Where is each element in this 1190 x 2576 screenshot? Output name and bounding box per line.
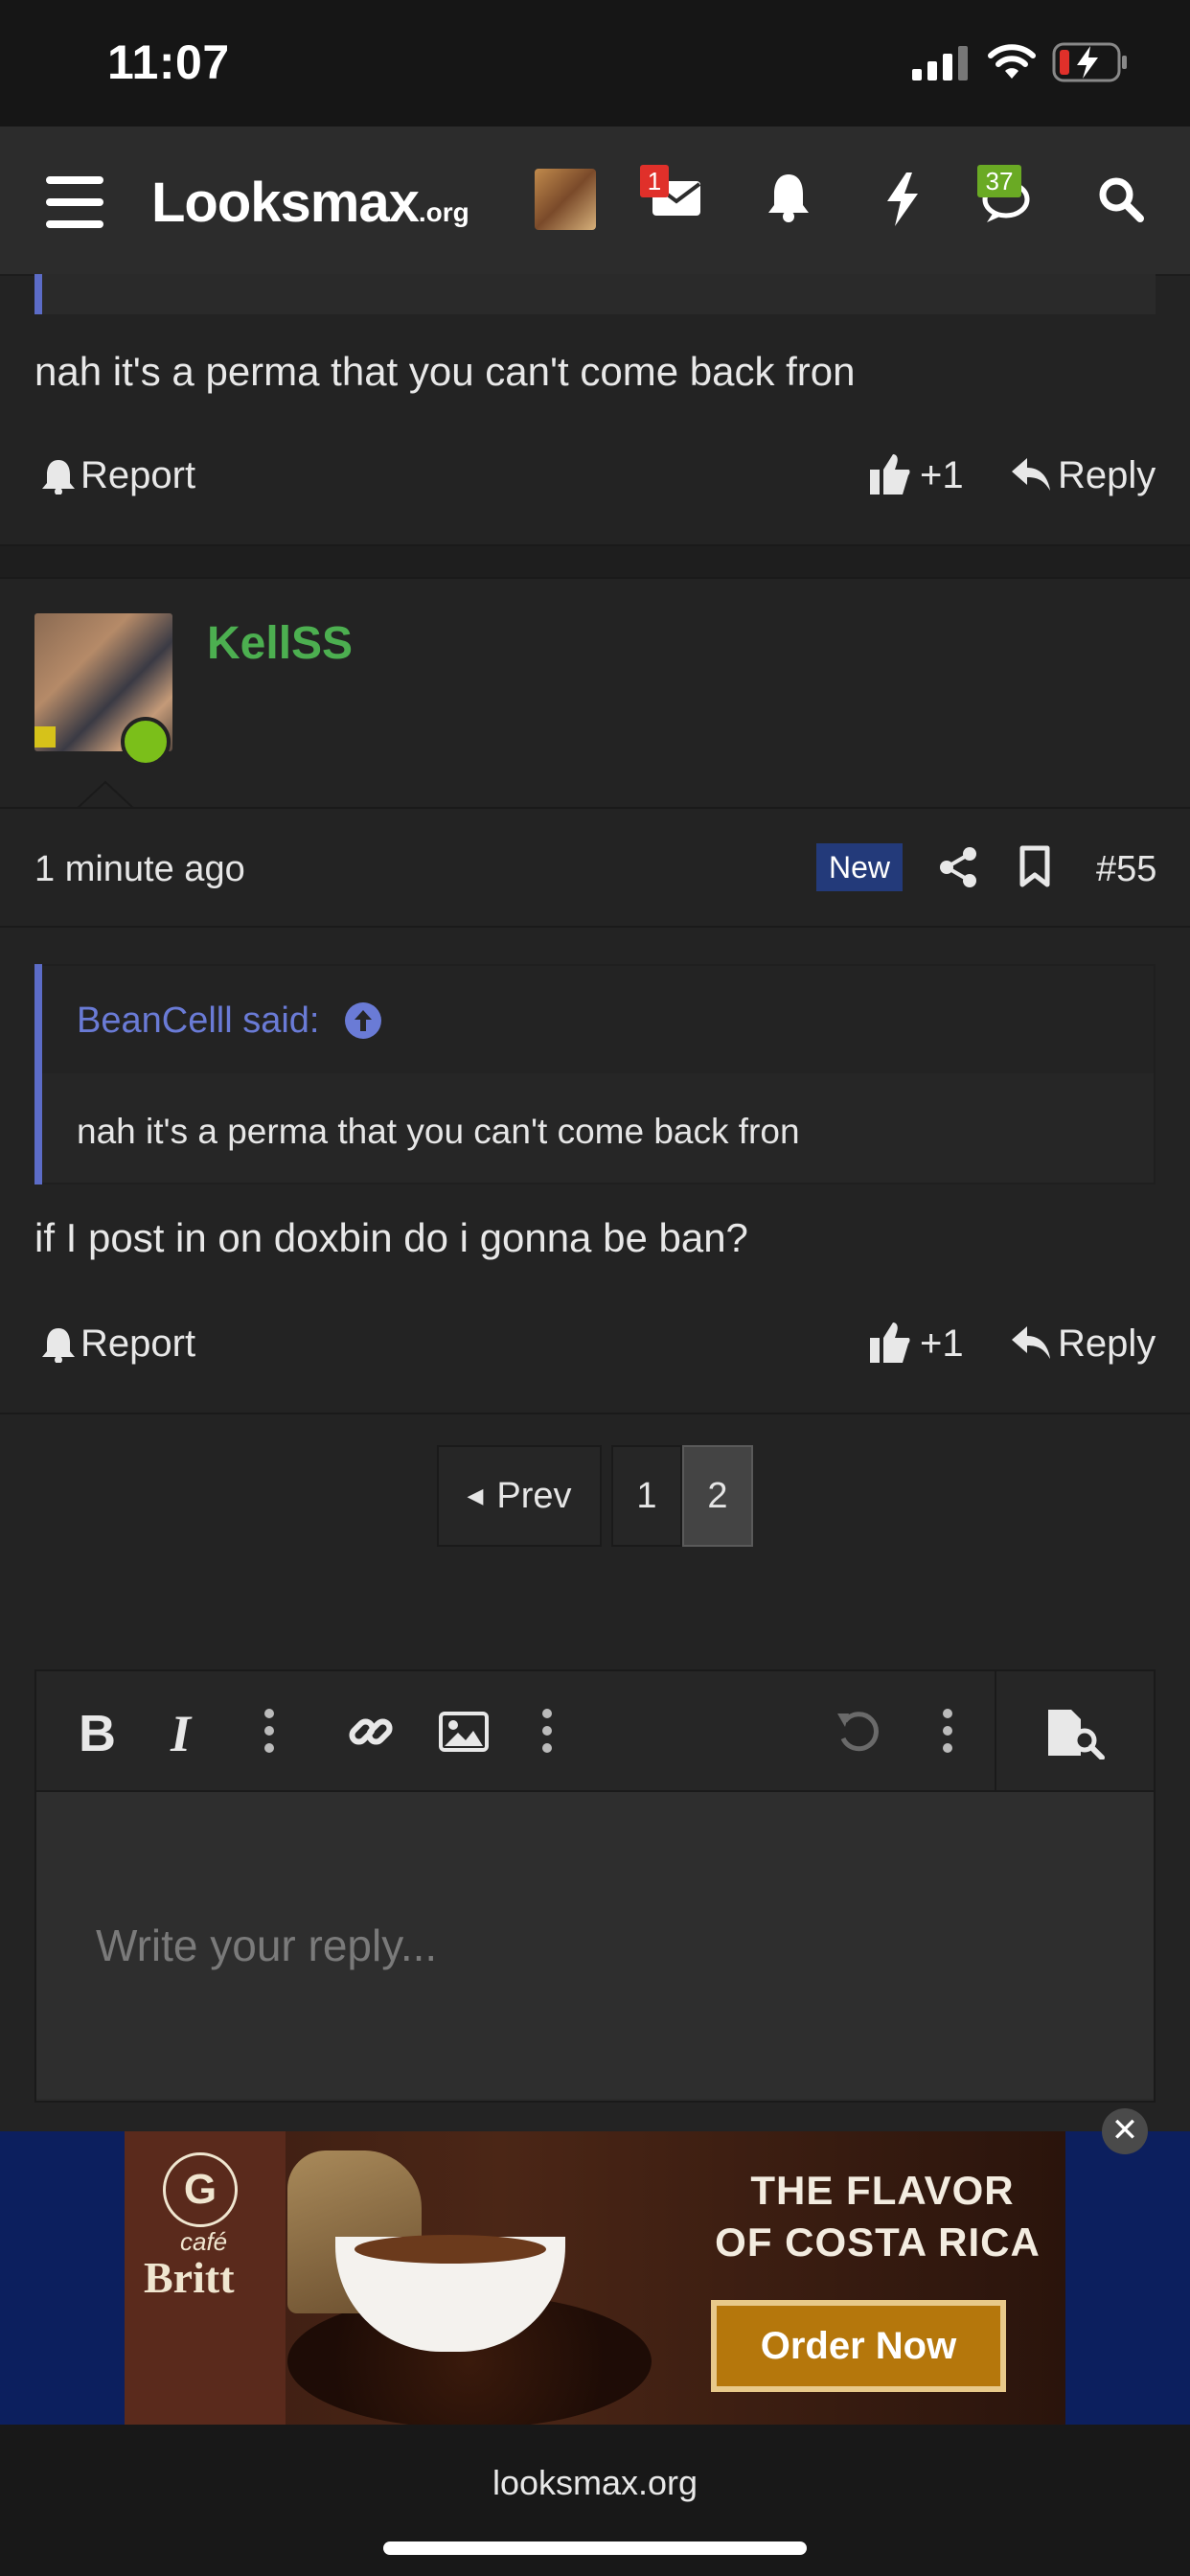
ad-order-now-button[interactable]: Order Now: [711, 2300, 1006, 2392]
browser-address-bar[interactable]: looksmax.org: [0, 2425, 1190, 2576]
new-badge: New: [816, 843, 903, 891]
share-icon[interactable]: [939, 847, 977, 887]
brand-seal-logo: G: [163, 2152, 238, 2227]
status-bar: 11:07: [0, 0, 1190, 126]
wifi-icon: [988, 44, 1036, 79]
divider: [0, 577, 1190, 579]
link-icon[interactable]: [347, 1708, 395, 1756]
avatar-flag: [34, 726, 56, 748]
inbox-badge: 1: [640, 165, 669, 197]
site-logo[interactable]: Looksmax.org: [151, 171, 469, 235]
prev-page-button[interactable]: ◀ Prev: [437, 1445, 602, 1547]
report-button[interactable]: Report: [80, 1322, 195, 1366]
url-text[interactable]: looksmax.org: [0, 2463, 1190, 2503]
prev-label: Prev: [496, 1475, 572, 1516]
caret-left-icon: ◀: [467, 1484, 484, 1507]
search-icon[interactable]: [1098, 176, 1144, 222]
poster-username[interactable]: KellSS: [207, 617, 353, 670]
quote-text: nah it's a perma that you can't come bac…: [77, 1112, 800, 1151]
more-options-icon[interactable]: [263, 1708, 276, 1754]
editor-toolbar: B I: [36, 1671, 1154, 1792]
divider: [0, 807, 1190, 809]
reply-editor: B I: [34, 1669, 1156, 2103]
reply-arrow-icon[interactable]: [1012, 458, 1050, 491]
post-body: if I post in on doxbin do i gonna be ban…: [34, 1215, 748, 1260]
preview-icon[interactable]: [1046, 1708, 1106, 1760]
signal-icon: [912, 46, 968, 80]
logo-tld: .org: [418, 197, 469, 227]
thumbs-up-icon[interactable]: [870, 452, 910, 494]
reply-button[interactable]: Reply: [1058, 1322, 1156, 1366]
post-number[interactable]: #55: [1096, 849, 1156, 890]
ad-brand: Britt: [144, 2253, 235, 2302]
bold-icon[interactable]: B: [79, 1704, 116, 1763]
ad-creative[interactable]: G café Britt THE FLAVOR OF COSTA RICA Or…: [125, 2131, 1065, 2425]
quote-author[interactable]: BeanCelll said:: [77, 1000, 319, 1042]
menu-icon[interactable]: [46, 176, 103, 228]
bell-icon: [42, 1328, 75, 1363]
more-options-icon[interactable]: [941, 1708, 954, 1754]
online-indicator: [121, 717, 171, 767]
page-2-button-current[interactable]: 2: [682, 1445, 753, 1547]
quote-bar: [34, 964, 42, 1184]
bell-icon: [42, 460, 75, 494]
more-options-icon[interactable]: [540, 1708, 554, 1754]
bell-icon[interactable]: [767, 172, 811, 222]
bookmark-icon[interactable]: [1019, 845, 1050, 887]
thumbs-up-icon[interactable]: [870, 1321, 910, 1363]
reply-button[interactable]: Reply: [1058, 454, 1156, 497]
coffee-surface: [355, 2235, 546, 2264]
page-1-button[interactable]: 1: [611, 1445, 682, 1547]
toolbar-divider: [995, 1671, 996, 1790]
ad-headline-1: THE FLAVOR: [750, 2168, 1015, 2213]
status-time: 11:07: [107, 35, 230, 89]
jump-to-quote-icon[interactable]: [345, 1002, 381, 1039]
close-ad-icon[interactable]: ✕: [1102, 2108, 1148, 2154]
reply-input[interactable]: [36, 1792, 1154, 2099]
divider: [0, 926, 1190, 928]
lightning-icon[interactable]: [885, 172, 920, 226]
user-avatar[interactable]: [535, 169, 596, 230]
report-button[interactable]: Report: [80, 454, 195, 497]
quote-block-cutoff: [34, 274, 1156, 314]
previous-post-body: nah it's a perma that you can't come bac…: [34, 349, 856, 394]
like-count: +1: [920, 1322, 964, 1365]
ad-headline-2: OF COSTA RICA: [715, 2220, 1041, 2265]
reply-arrow-icon[interactable]: [1012, 1326, 1050, 1359]
image-icon[interactable]: [439, 1712, 489, 1752]
post-pointer: [77, 780, 134, 809]
like-count: +1: [920, 454, 964, 496]
alerts-badge: 37: [977, 165, 1021, 197]
logo-text: Looksmax: [151, 172, 420, 234]
post-gap: [0, 546, 1190, 579]
battery-charging-icon: [1052, 42, 1127, 82]
divider: [0, 1413, 1190, 1414]
post-time[interactable]: 1 minute ago: [34, 849, 245, 890]
home-indicator: [383, 2542, 807, 2555]
undo-icon[interactable]: [835, 1710, 883, 1754]
italic-icon[interactable]: I: [171, 1704, 191, 1763]
